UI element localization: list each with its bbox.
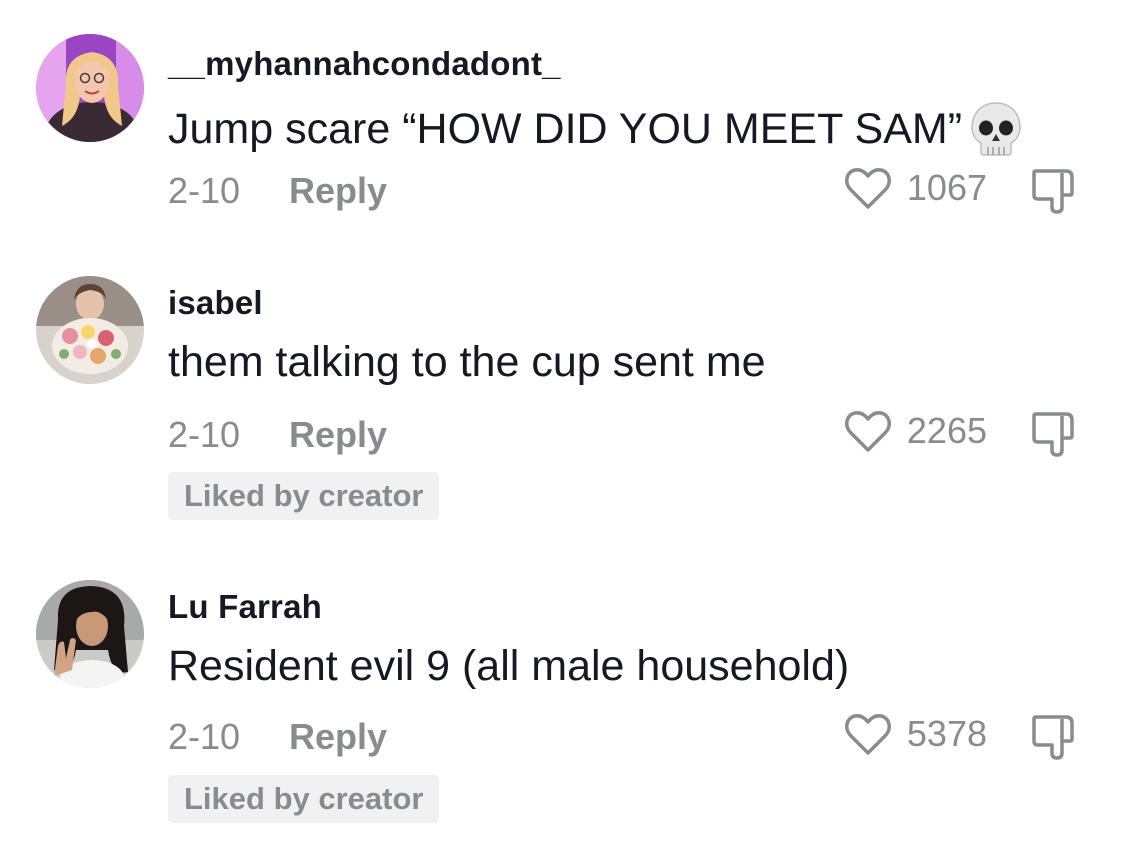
- comment-date: 2-10: [168, 170, 241, 211]
- comment-text: Jump scare “HOW DID YOU MEET SAM”: [168, 100, 1024, 158]
- skull-emoji-icon: [968, 100, 1024, 158]
- comment-text-content: them talking to the cup sent me: [168, 338, 766, 386]
- like-count: 2265: [906, 410, 987, 451]
- comment-text-content: Jump scare “HOW DID YOU MEET SAM”: [168, 104, 963, 153]
- comment-date: 2-10: [168, 716, 241, 757]
- liked-by-creator-badge: Liked by creator: [168, 472, 440, 520]
- like-count: 1067: [906, 167, 987, 208]
- like-count: 5378: [906, 713, 987, 754]
- heart-outline-icon: [844, 168, 891, 209]
- reply-button[interactable]: Reply: [289, 414, 387, 456]
- comment-username[interactable]: Lu Farrah: [168, 588, 322, 626]
- heart-outline-icon: [844, 411, 891, 452]
- like-button[interactable]: 5378: [843, 711, 987, 757]
- comment-date: 2-10: [168, 414, 241, 455]
- like-button[interactable]: 2265: [843, 408, 987, 454]
- comment-text: Resident evil 9 (all male household): [168, 642, 849, 691]
- heart-outline-icon: [844, 714, 891, 755]
- avatar[interactable]: [36, 276, 144, 384]
- avatar[interactable]: [36, 580, 144, 688]
- comment-username[interactable]: __myhannahcondadont_: [168, 45, 561, 83]
- thumbs-down-icon[interactable]: [1028, 711, 1080, 763]
- like-button[interactable]: 1067: [843, 165, 987, 211]
- liked-by-creator-badge: Liked by creator: [168, 775, 440, 823]
- comment-text-content: Resident evil 9 (all male household): [168, 642, 850, 690]
- comment-username[interactable]: isabel: [168, 284, 263, 322]
- thumbs-down-icon[interactable]: [1028, 165, 1080, 217]
- reply-button[interactable]: Reply: [289, 716, 387, 758]
- thumbs-down-icon[interactable]: [1028, 408, 1080, 460]
- comment-text: them talking to the cup sent me: [168, 338, 766, 387]
- reply-button[interactable]: Reply: [289, 170, 387, 212]
- avatar[interactable]: [36, 34, 144, 142]
